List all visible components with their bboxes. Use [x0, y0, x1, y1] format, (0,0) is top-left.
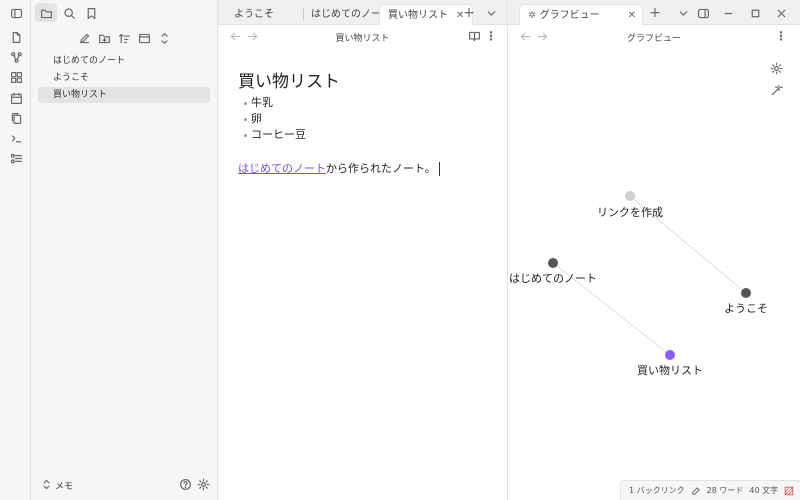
view-header-title[interactable]: 買い物リスト — [218, 31, 507, 44]
terminal-icon[interactable] — [7, 129, 25, 147]
bookmark-icon[interactable] — [82, 4, 100, 22]
bullet-list: 牛乳 卵 コーヒー豆 — [244, 95, 306, 143]
new-note-icon[interactable] — [7, 28, 25, 46]
folder-icon[interactable] — [37, 4, 55, 22]
sort-icon[interactable] — [115, 29, 133, 47]
templates-icon[interactable] — [7, 109, 25, 127]
word-count: 28 ワード — [706, 486, 744, 495]
char-count: 40 文字 — [749, 486, 779, 495]
chevron-down-icon[interactable] — [482, 4, 500, 22]
list-item[interactable]: 卵 — [244, 111, 306, 127]
graph-pane: ✲ グラフビュー ✕ + グラフビュー ⋮ リンクを作成 はじめてのノート よう… — [508, 0, 800, 500]
internal-link[interactable]: はじめてのノート — [238, 162, 326, 175]
graph-node-label[interactable]: 買い物リスト — [637, 362, 703, 378]
list-item[interactable]: 牛乳 — [244, 95, 306, 111]
graph-node[interactable] — [625, 191, 635, 201]
graph-node[interactable] — [548, 258, 558, 268]
reading-view-icon[interactable] — [465, 27, 483, 45]
search-icon[interactable] — [60, 4, 78, 22]
calendar-icon[interactable] — [7, 89, 25, 107]
collapse-all-icon[interactable] — [155, 29, 173, 47]
paragraph-text: から作られたノート。 — [326, 162, 436, 175]
graph-view-icon[interactable] — [7, 48, 25, 66]
text-cursor — [438, 162, 440, 176]
file-explorer-sidebar: はじめてのノート ようこそ 買い物リスト メモ — [31, 0, 218, 500]
more-options-icon[interactable]: ⋮ — [482, 27, 500, 45]
settings-gear-icon[interactable] — [194, 475, 212, 493]
tab-label: ようこそ — [234, 9, 274, 20]
file-item[interactable]: ようこそ — [38, 70, 210, 86]
ribbon — [0, 0, 31, 500]
status-bar: 1 バックリンク 28 ワード 40 文字 — [620, 480, 800, 500]
graph-node-label[interactable]: リンクを作成 — [597, 204, 663, 220]
sync-status-icon[interactable] — [784, 486, 794, 496]
graph-node-label[interactable]: はじめてのノート — [509, 270, 597, 286]
backlinks-count[interactable]: 1 バックリンク — [629, 485, 685, 496]
graph-node-label[interactable]: ようこそ — [724, 300, 768, 316]
editor-pane: ようこそ はじめてのノート 買い物リスト ✕ + 買い物リスト ⋮ 買い物リスト … — [218, 0, 508, 500]
auto-reveal-icon[interactable] — [135, 29, 153, 47]
file-item-active[interactable]: 買い物リスト — [38, 87, 210, 103]
sidebar-toggle-icon[interactable] — [7, 4, 25, 22]
tab-label: 買い物リスト — [388, 10, 448, 21]
graph-node[interactable] — [665, 350, 675, 360]
vault-name[interactable]: メモ — [55, 479, 73, 492]
new-note-icon[interactable] — [75, 29, 93, 47]
note-title[interactable]: 買い物リスト — [238, 67, 340, 92]
note-paragraph[interactable]: はじめてのノートから作られたノート。 — [238, 160, 440, 176]
editor-tab-bar: ようこそ はじめてのノート 買い物リスト ✕ + — [218, 0, 507, 25]
graph-node[interactable] — [741, 288, 751, 298]
tab-welcome[interactable]: ようこそ — [226, 4, 282, 25]
vault-switch-icon[interactable] — [37, 475, 55, 493]
file-item[interactable]: はじめてのノート — [38, 53, 210, 69]
list-icon[interactable] — [7, 149, 25, 167]
canvas-icon[interactable] — [7, 68, 25, 86]
new-folder-icon[interactable] — [95, 29, 113, 47]
help-icon[interactable] — [176, 475, 194, 493]
edit-pencil-icon[interactable] — [691, 486, 701, 496]
new-tab-icon[interactable]: + — [460, 4, 478, 22]
list-item[interactable]: コーヒー豆 — [244, 127, 306, 143]
graph-canvas[interactable] — [508, 0, 800, 500]
